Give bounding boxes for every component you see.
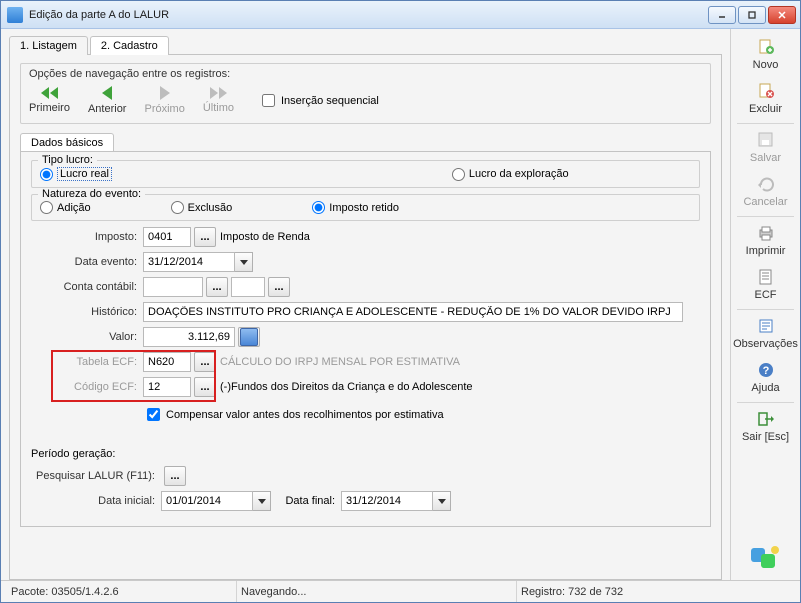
minimize-button[interactable]	[708, 6, 736, 24]
radio-imposto-retido[interactable]: Imposto retido	[312, 201, 399, 214]
data-inicial-dropdown[interactable]	[253, 491, 271, 511]
chevron-down-icon	[240, 260, 248, 265]
status-pacote: Pacote: 03505/1.4.2.6	[7, 581, 237, 602]
dados-basicos-panel: Tipo lucro: Lucro real Lucro da exploraç…	[20, 151, 711, 527]
status-registro: Registro: 732 de 732	[517, 581, 633, 602]
compensar-checkbox[interactable]	[147, 408, 160, 421]
note-icon	[755, 316, 777, 336]
print-icon	[755, 223, 777, 243]
sidebar-observacoes[interactable]: Observações	[731, 312, 800, 356]
data-final-dropdown[interactable]	[433, 491, 451, 511]
chevron-down-icon	[258, 499, 266, 504]
conta-contabil-input[interactable]	[143, 277, 203, 297]
window-title: Edição da parte A do LALUR	[29, 9, 708, 21]
codigo-ecf-desc: (-)Fundos dos Direitos da Criança e do A…	[220, 381, 473, 393]
help-icon: ?	[755, 360, 777, 380]
save-icon	[755, 130, 777, 150]
imposto-lookup-button[interactable]: ...	[194, 227, 216, 247]
conta-lookup-1[interactable]: ...	[206, 277, 228, 297]
main-tabs: 1. Listagem 2. Cadastro	[9, 35, 722, 55]
sidebar-novo[interactable]: Novo	[731, 33, 800, 77]
sidebar-salvar[interactable]: Salvar	[731, 126, 800, 170]
nav-proximo[interactable]: Próximo	[144, 86, 184, 115]
conta-lookup-2[interactable]: ...	[268, 277, 290, 297]
tabela-ecf-lookup[interactable]: ...	[194, 352, 216, 372]
insercao-sequencial-checkbox[interactable]	[262, 94, 275, 107]
ecf-icon	[755, 267, 777, 287]
data-evento-dropdown[interactable]	[235, 252, 253, 272]
radio-lucro-real[interactable]: Lucro real	[40, 167, 112, 181]
tipo-lucro-group: Tipo lucro: Lucro real Lucro da exploraç…	[31, 160, 700, 188]
exit-icon	[755, 409, 777, 429]
periodo-legend: Período geração:	[31, 448, 700, 460]
status-mode: Navegando...	[237, 581, 517, 602]
nav-ultimo[interactable]: Último	[203, 87, 234, 114]
tab-listagem[interactable]: 1. Listagem	[9, 36, 88, 55]
natureza-group: Natureza do evento: Adição Exclusão Impo…	[31, 194, 700, 221]
conta-sub-input[interactable]	[231, 277, 265, 297]
cadastro-panel: Opções de navegação entre os registros: …	[9, 55, 722, 580]
chevron-down-icon	[438, 499, 446, 504]
sidebar-ajuda[interactable]: ?Ajuda	[731, 356, 800, 400]
sidebar-excluir[interactable]: Excluir	[731, 77, 800, 121]
new-icon	[755, 37, 777, 57]
arrow-left-icon	[102, 86, 112, 100]
sidebar-ecf[interactable]: ECF	[731, 263, 800, 307]
codigo-ecf-input[interactable]	[143, 377, 191, 397]
maximize-button[interactable]	[738, 6, 766, 24]
valor-input[interactable]	[143, 327, 235, 347]
calc-button[interactable]	[238, 327, 260, 347]
imposto-input[interactable]	[143, 227, 191, 247]
tabela-ecf-input[interactable]	[143, 352, 191, 372]
app-icon	[7, 7, 23, 23]
app-window: Edição da parte A do LALUR 1. Listagem 2…	[0, 0, 801, 603]
sidebar-imprimir[interactable]: Imprimir	[731, 219, 800, 263]
tab-cadastro[interactable]: 2. Cadastro	[90, 36, 169, 55]
pesquisar-lalur-button[interactable]: ...	[164, 466, 186, 486]
radio-lucro-exploracao[interactable]: Lucro da exploração	[452, 167, 569, 181]
svg-text:?: ?	[762, 365, 769, 377]
delete-icon	[755, 81, 777, 101]
arrow-right-icon	[160, 86, 170, 100]
sidebar-sair[interactable]: Sair [Esc]	[731, 405, 800, 449]
tabela-ecf-desc: CÁLCULO DO IRPJ MENSAL POR ESTIMATIVA	[220, 356, 460, 368]
inner-tab-dados[interactable]: Dados básicos	[20, 133, 114, 152]
calculator-icon	[240, 328, 258, 346]
codigo-ecf-lookup[interactable]: ...	[194, 377, 216, 397]
data-inicial-input[interactable]	[161, 491, 253, 511]
nav-header: Opções de navegação entre os registros:	[29, 68, 702, 80]
statusbar: Pacote: 03505/1.4.2.6 Navegando... Regis…	[1, 580, 800, 602]
nav-primeiro[interactable]: Primeiro	[29, 87, 70, 114]
imposto-desc: Imposto de Renda	[220, 231, 310, 243]
cancel-icon	[755, 174, 777, 194]
nav-anterior[interactable]: Anterior	[88, 86, 127, 115]
radio-exclusao[interactable]: Exclusão	[171, 201, 233, 214]
app-logo-icon	[731, 534, 800, 580]
compensar-label: Compensar valor antes dos recolhimentos …	[166, 409, 444, 421]
sidebar: Novo Excluir Salvar Cancelar Imprimir EC…	[730, 29, 800, 580]
sidebar-cancelar[interactable]: Cancelar	[731, 170, 800, 214]
nav-group: Opções de navegação entre os registros: …	[20, 63, 711, 124]
data-evento-input[interactable]	[143, 252, 235, 272]
close-button[interactable]	[768, 6, 796, 24]
historico-input[interactable]	[143, 302, 683, 322]
radio-adicao[interactable]: Adição	[40, 201, 91, 214]
insercao-sequencial-label: Inserção sequencial	[281, 95, 379, 107]
data-final-input[interactable]	[341, 491, 433, 511]
titlebar: Edição da parte A do LALUR	[1, 1, 800, 29]
